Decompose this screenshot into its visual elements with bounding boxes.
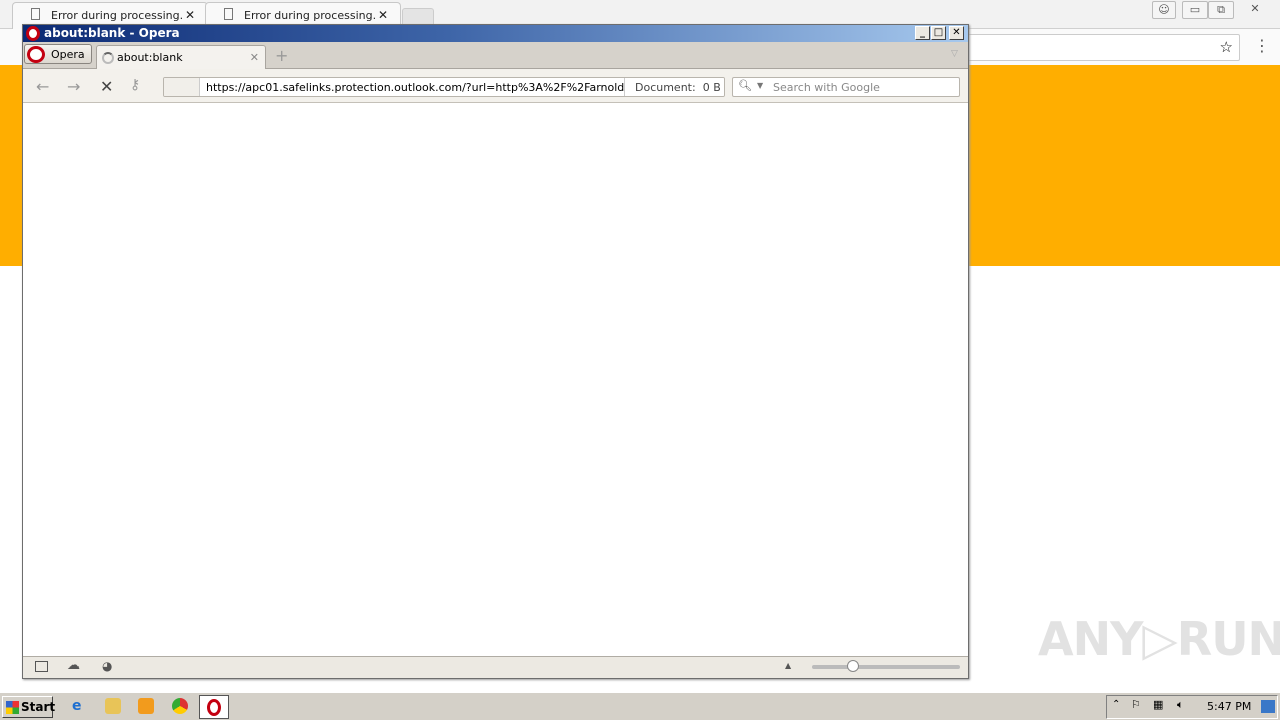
star-icon[interactable]: ☆	[1220, 38, 1233, 56]
restore-icon[interactable]: ⧉	[1208, 1, 1234, 19]
start-label: Start	[21, 700, 56, 714]
action-center-flag-icon[interactable]: ⚐	[1131, 698, 1141, 711]
new-tab-icon[interactable]: +	[275, 46, 288, 65]
close-button[interactable]: ✕	[949, 26, 964, 40]
chevron-down-icon[interactable]: ▼	[757, 81, 763, 90]
clock[interactable]: 5:47 PM	[1207, 700, 1251, 713]
page-content[interactable]	[23, 103, 968, 656]
tab-label: Error during processing.	[51, 9, 184, 22]
file-explorer-icon[interactable]	[105, 698, 121, 714]
minimize-button[interactable]: _	[915, 26, 930, 40]
system-tray: ⌃ ⚐ ▦ 🔈︎ 5:47 PM	[1106, 695, 1278, 719]
cloud-icon[interactable]: ☁	[67, 658, 80, 673]
tab-list-icon[interactable]: ▽	[951, 49, 958, 59]
volume-icon[interactable]: 🔈︎	[1177, 698, 1184, 712]
status-bar: ☁ ◕ ▲	[23, 656, 968, 678]
title-bar: about:blank - Opera _ □ ✕	[23, 25, 968, 42]
back-icon[interactable]: ←	[36, 77, 49, 96]
opera-taskbar-button[interactable]	[199, 695, 229, 719]
stop-icon[interactable]: ✕	[100, 77, 113, 96]
tab-label: about:blank	[117, 51, 183, 64]
close-icon[interactable]: ✕	[378, 8, 388, 22]
search-placeholder: Search with Google	[773, 81, 880, 94]
site-badge[interactable]	[164, 78, 200, 96]
document-info: Document: 0 B	[624, 78, 724, 96]
close-icon[interactable]: ✕	[185, 8, 195, 22]
opera-logo-icon	[26, 26, 40, 41]
network-icon[interactable]: ▦	[1153, 698, 1163, 711]
profile-icon[interactable]: ☺	[1152, 1, 1176, 19]
panel-toggle-icon[interactable]	[35, 661, 48, 672]
window-title: about:blank - Opera	[44, 26, 180, 40]
start-button[interactable]: Start	[2, 696, 56, 718]
opera-menu-label: Opera	[51, 48, 85, 61]
search-input[interactable]: 🔍︎ ▼ Search with Google	[732, 77, 960, 97]
address-bar[interactable]: https://apc01.safelinks.protection.outlo…	[163, 77, 725, 97]
key-icon[interactable]: ⚷	[130, 77, 140, 93]
document-icon	[31, 8, 40, 20]
watermark-logo: ANY▷RUN	[1038, 612, 1280, 666]
show-desktop-icon[interactable]	[1261, 700, 1275, 713]
zoom-slider[interactable]	[812, 660, 960, 672]
internet-explorer-icon[interactable]: e	[72, 698, 88, 714]
opera-logo-icon	[27, 46, 45, 63]
opera-window: about:blank - Opera _ □ ✕ Opera about:bl…	[22, 24, 969, 679]
opera-logo-icon	[207, 699, 221, 716]
view-up-icon[interactable]: ▲	[785, 661, 791, 670]
tab-label: Error during processing.	[244, 9, 377, 22]
maximize-button[interactable]: □	[931, 26, 946, 40]
minimize-icon[interactable]: ▭	[1182, 1, 1208, 19]
chrome-omnibox[interactable]: ☆	[960, 34, 1240, 61]
close-icon[interactable]: ✕	[250, 51, 259, 64]
search-icon[interactable]: 🔍︎	[738, 79, 752, 92]
document-label: Document:	[635, 81, 696, 94]
forward-icon[interactable]: →	[67, 77, 80, 96]
windows-logo-icon	[6, 701, 19, 714]
opera-toolbar: ← → ✕ ⚷ https://apc01.safelinks.protecti…	[23, 69, 968, 103]
document-icon	[224, 8, 233, 20]
close-icon[interactable]: ✕	[1236, 1, 1274, 19]
chrome-icon[interactable]	[172, 698, 188, 714]
media-player-icon[interactable]	[138, 698, 154, 714]
menu-icon[interactable]: ⋮	[1254, 36, 1270, 55]
speed-dial-icon[interactable]: ◕	[102, 659, 112, 673]
opera-menu-button[interactable]: Opera	[24, 44, 92, 64]
taskbar: Start e ⌃ ⚐ ▦ 🔈︎ 5:47 PM	[0, 692, 1280, 720]
address-input[interactable]: https://apc01.safelinks.protection.outlo…	[206, 81, 624, 94]
zoom-slider-knob[interactable]	[847, 660, 860, 672]
loading-spinner-icon	[102, 52, 114, 64]
opera-tab[interactable]: about:blank ✕	[96, 45, 266, 70]
opera-tab-bar: Opera about:blank ✕ + ▽	[23, 42, 968, 70]
document-size: 0 B	[702, 81, 721, 94]
show-hidden-icons-icon[interactable]: ⌃	[1112, 699, 1120, 710]
